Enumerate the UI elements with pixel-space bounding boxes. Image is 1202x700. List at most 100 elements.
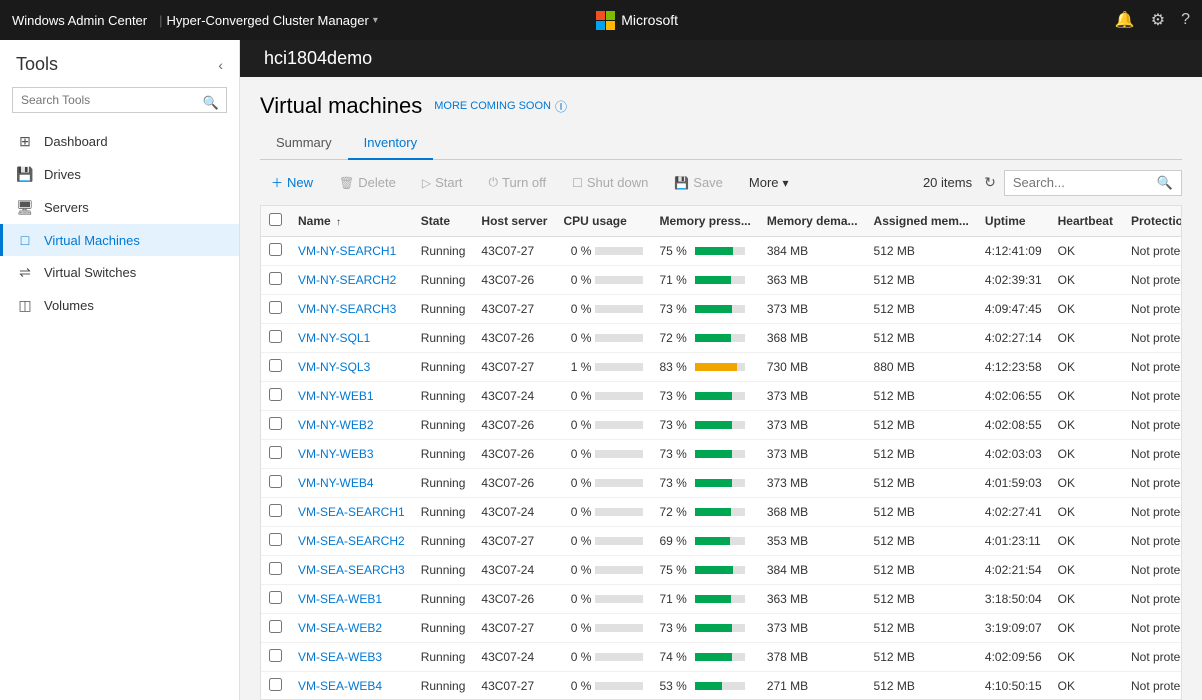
row-mem-press: 73 % — [651, 411, 758, 440]
row-checkbox[interactable] — [269, 591, 282, 604]
settings-icon[interactable]: ⚙ — [1151, 10, 1165, 30]
row-checkbox[interactable] — [269, 359, 282, 372]
help-icon[interactable]: ? — [1181, 11, 1190, 29]
row-assigned-mem: 880 MB — [866, 353, 977, 382]
delete-button[interactable]: 🗑 Delete — [328, 169, 407, 196]
row-heartbeat: OK — [1050, 324, 1123, 353]
sidebar-collapse-button[interactable]: ‹ — [218, 57, 223, 73]
vm-link[interactable]: VM-NY-WEB3 — [298, 447, 374, 461]
row-checkbox[interactable] — [269, 504, 282, 517]
row-protection: Not protected — [1123, 498, 1182, 527]
select-all-header[interactable] — [261, 206, 290, 237]
sidebar-item-servers[interactable]: 🖥Servers — [0, 191, 239, 224]
row-cpu: 0 % — [555, 266, 651, 295]
row-checkbox[interactable] — [269, 417, 282, 430]
nav-label-virtual-machines: Virtual Machines — [44, 233, 140, 248]
table-search-input[interactable] — [1013, 175, 1153, 190]
search-tools-input[interactable] — [12, 87, 227, 113]
row-assigned-mem: 512 MB — [866, 295, 977, 324]
start-button[interactable]: ▷ Start — [411, 169, 474, 196]
row-heartbeat: OK — [1050, 353, 1123, 382]
save-button[interactable]: 💾 Save — [663, 169, 734, 196]
row-mem-demand: 373 MB — [759, 295, 866, 324]
row-host: 43C07-26 — [473, 440, 555, 469]
row-mem-press: 69 % — [651, 527, 758, 556]
col-mem-demand[interactable]: Memory dema... — [759, 206, 866, 237]
vm-link[interactable]: VM-NY-SQL3 — [298, 360, 370, 374]
col-mem-press[interactable]: Memory press... — [651, 206, 758, 237]
table-row: VM-SEA-WEB2Running43C07-270 %73 %373 MB5… — [261, 614, 1182, 643]
table-row: VM-NY-SEARCH1Running43C07-270 %75 %384 M… — [261, 237, 1182, 266]
row-checkbox[interactable] — [269, 533, 282, 546]
more-button[interactable]: More ▾ — [738, 169, 800, 196]
row-checkbox[interactable] — [269, 301, 282, 314]
row-mem-demand: 363 MB — [759, 266, 866, 295]
row-checkbox[interactable] — [269, 678, 282, 691]
shutdown-button[interactable]: ☐ Shut down — [561, 169, 659, 196]
vm-link[interactable]: VM-SEA-SEARCH1 — [298, 505, 405, 519]
col-host[interactable]: Host server — [473, 206, 555, 237]
sidebar-item-drives[interactable]: 💾Drives — [0, 158, 239, 191]
row-checkbox-cell — [261, 266, 290, 295]
table-row: VM-SEA-WEB3Running43C07-240 %74 %378 MB5… — [261, 643, 1182, 672]
row-checkbox[interactable] — [269, 562, 282, 575]
col-heartbeat[interactable]: Heartbeat — [1050, 206, 1123, 237]
cluster-selector[interactable]: Hyper-Converged Cluster Manager ▾ — [167, 13, 378, 28]
row-checkbox[interactable] — [269, 620, 282, 633]
row-checkbox[interactable] — [269, 475, 282, 488]
vm-link[interactable]: VM-NY-WEB1 — [298, 389, 374, 403]
row-state: Running — [413, 672, 474, 700]
sidebar-item-virtual-switches[interactable]: ⇌Virtual Switches — [0, 256, 239, 289]
vm-link[interactable]: VM-SEA-SEARCH2 — [298, 534, 405, 548]
vm-link[interactable]: VM-SEA-WEB2 — [298, 621, 382, 635]
row-checkbox[interactable] — [269, 243, 282, 256]
col-cpu[interactable]: CPU usage — [555, 206, 651, 237]
row-state: Running — [413, 295, 474, 324]
col-name[interactable]: Name ↑ — [290, 206, 413, 237]
row-cpu: 0 % — [555, 585, 651, 614]
sidebar-item-dashboard[interactable]: ⊞Dashboard — [0, 125, 239, 158]
turnoff-button[interactable]: ⏻ Turn off — [478, 169, 558, 196]
row-checkbox[interactable] — [269, 272, 282, 285]
row-checkbox[interactable] — [269, 649, 282, 662]
row-cpu: 0 % — [555, 382, 651, 411]
sidebar-search-container: 🔍 — [0, 83, 239, 125]
vm-link[interactable]: VM-NY-SQL1 — [298, 331, 370, 345]
new-button[interactable]: ＋ New — [260, 168, 324, 197]
vm-link[interactable]: VM-SEA-SEARCH3 — [298, 563, 405, 577]
row-cpu: 0 % — [555, 672, 651, 700]
vm-link[interactable]: VM-SEA-WEB1 — [298, 592, 382, 606]
ms-logo-squares — [596, 11, 615, 30]
select-all-checkbox[interactable] — [269, 213, 282, 226]
row-checkbox[interactable] — [269, 330, 282, 343]
col-protection[interactable]: Protection... — [1123, 206, 1182, 237]
vm-link[interactable]: VM-NY-SEARCH2 — [298, 273, 396, 287]
vm-link[interactable]: VM-NY-WEB2 — [298, 418, 374, 432]
tab-summary[interactable]: Summary — [260, 127, 348, 160]
vm-link[interactable]: VM-NY-SEARCH1 — [298, 244, 396, 258]
row-protection: Not protected — [1123, 324, 1182, 353]
row-mem-demand: 368 MB — [759, 498, 866, 527]
sidebar-item-virtual-machines[interactable]: □Virtual Machines — [0, 224, 239, 256]
row-host: 43C07-27 — [473, 614, 555, 643]
more-coming-label[interactable]: MORE COMING SOON ⓘ — [434, 98, 567, 115]
vm-link[interactable]: VM-NY-WEB4 — [298, 476, 374, 490]
col-state[interactable]: State — [413, 206, 474, 237]
notification-icon[interactable]: 🔔 — [1115, 10, 1135, 30]
row-host: 43C07-27 — [473, 672, 555, 700]
col-assigned-mem[interactable]: Assigned mem... — [866, 206, 977, 237]
row-checkbox[interactable] — [269, 388, 282, 401]
cluster-name: hci1804demo — [264, 48, 372, 68]
refresh-button[interactable]: ↻ — [984, 174, 996, 191]
row-heartbeat: OK — [1050, 556, 1123, 585]
row-assigned-mem: 512 MB — [866, 237, 977, 266]
tab-inventory[interactable]: Inventory — [348, 127, 433, 160]
sidebar-item-volumes[interactable]: ◫Volumes — [0, 289, 239, 322]
row-assigned-mem: 512 MB — [866, 527, 977, 556]
row-checkbox[interactable] — [269, 446, 282, 459]
vm-link[interactable]: VM-SEA-WEB3 — [298, 650, 382, 664]
col-uptime[interactable]: Uptime — [977, 206, 1050, 237]
vm-link[interactable]: VM-SEA-WEB4 — [298, 679, 382, 693]
sidebar: Tools ‹ 🔍 ⊞Dashboard💾Drives🖥Servers□Virt… — [0, 40, 240, 700]
vm-link[interactable]: VM-NY-SEARCH3 — [298, 302, 396, 316]
